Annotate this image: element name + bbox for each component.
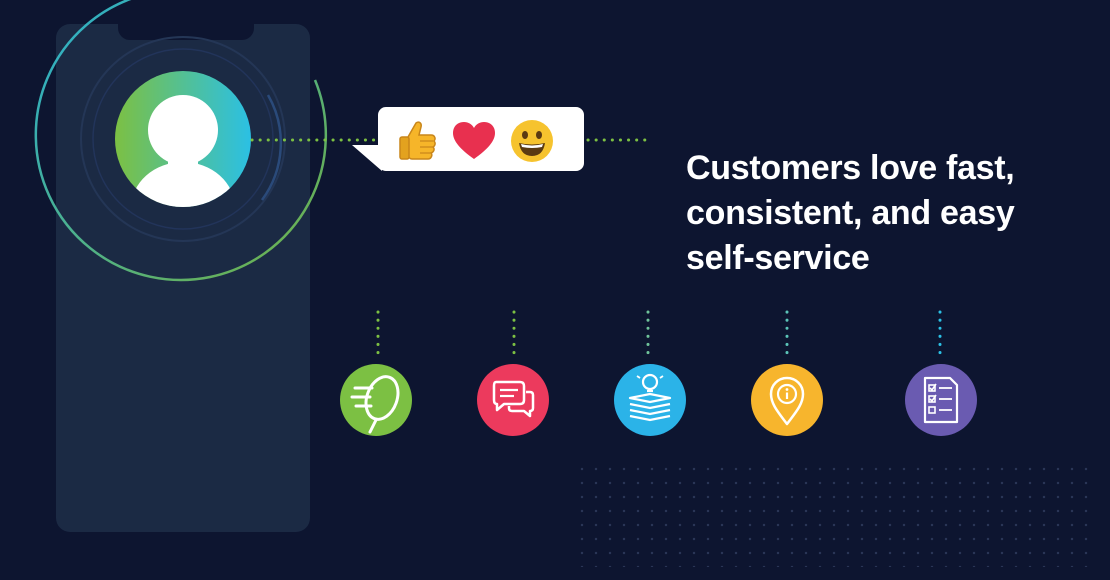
headline-line-1: Customers love fast, bbox=[686, 149, 1015, 187]
heart-icon bbox=[452, 119, 496, 163]
headline: Customers love fast, consistent, and eas… bbox=[686, 146, 1096, 281]
grinning-face-icon bbox=[510, 119, 554, 163]
reaction-bubble bbox=[378, 107, 584, 171]
headline-line-2: consistent, and easy bbox=[686, 194, 1015, 232]
headline-line-3: self-service bbox=[686, 239, 870, 277]
illustration: Customers love fast, consistent, and eas… bbox=[0, 0, 1110, 580]
thumbs-up-icon bbox=[396, 119, 440, 163]
user-avatar bbox=[115, 71, 251, 207]
connector-graphics bbox=[34, 0, 942, 362]
